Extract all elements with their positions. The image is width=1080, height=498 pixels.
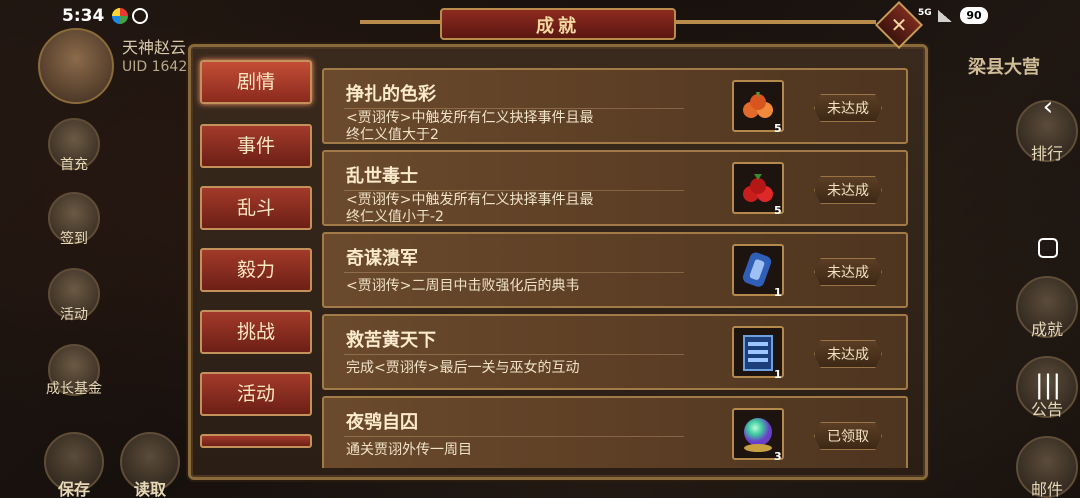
achievement-title: 乱世毒士 bbox=[346, 166, 418, 187]
network-indicator: 5G bbox=[918, 8, 932, 18]
first-recharge-label: 首充 bbox=[60, 157, 88, 173]
app-notification-icon bbox=[112, 8, 128, 24]
status-button[interactable]: 已领取 bbox=[814, 422, 882, 450]
achievement-row: 救苦黄天下 完成<贾诩传>最后一关与巫女的互动 1 未达成 bbox=[322, 314, 908, 390]
divider bbox=[344, 108, 684, 109]
status-button[interactable]: 未达成 bbox=[814, 340, 882, 368]
title-ornament-right bbox=[676, 20, 876, 24]
tab-activity[interactable]: 活动 bbox=[200, 372, 312, 416]
tab-perseverance[interactable]: 毅力 bbox=[200, 248, 312, 292]
divider bbox=[344, 436, 684, 437]
achievement-desc: 通关贾诩外传一周目 bbox=[346, 442, 472, 458]
panel-title: 成就 bbox=[536, 16, 580, 37]
status-button[interactable]: 未达成 bbox=[814, 258, 882, 286]
location-label: 梁县大营 bbox=[968, 57, 1040, 78]
load-label: 读取 bbox=[133, 480, 166, 498]
alarm-icon bbox=[132, 8, 148, 24]
achievement-row: 乱世毒士 <贾诩传>中触发所有仁义抉择事件且最 终仁义值小于-2 5 未达成 bbox=[322, 150, 908, 226]
reward-count: 5 bbox=[774, 204, 782, 217]
divider bbox=[344, 354, 684, 355]
status-button[interactable]: 未达成 bbox=[814, 176, 882, 204]
recents-nav-icon[interactable]: ||| bbox=[1020, 370, 1076, 410]
achievement-desc: <贾诩传>中触发所有仁义抉择事件且最 bbox=[346, 192, 594, 208]
achievement-desc: <贾诩传>中触发所有仁义抉择事件且最 bbox=[346, 110, 594, 126]
achievement-row: 夜鸮自囚 通关贾诩外传一周目 3 已领取 bbox=[322, 396, 908, 468]
player-name: 天神赵云 bbox=[122, 38, 187, 57]
achievement-label: 成就 bbox=[1030, 320, 1063, 339]
divider bbox=[344, 272, 684, 273]
achievement-desc: 终仁义值小于-2 bbox=[346, 209, 444, 225]
achievement-list[interactable]: 挣扎的色彩 <贾诩传>中触发所有仁义抉择事件且最 终仁义值大于2 5 未达成 乱… bbox=[318, 56, 912, 468]
player-uid: UID 1642 bbox=[122, 59, 188, 75]
achievement-desc: 终仁义值大于2 bbox=[346, 127, 439, 143]
reward-count: 1 bbox=[774, 286, 782, 299]
tab-story[interactable]: 剧情 bbox=[200, 60, 312, 104]
title-ornament-left bbox=[360, 20, 440, 24]
reward-count: 1 bbox=[774, 368, 782, 381]
achievement-desc: <贾诩传>二周目中击败强化后的典韦 bbox=[346, 278, 580, 294]
achievement-row: 挣扎的色彩 <贾诩传>中触发所有仁义抉择事件且最 终仁义值大于2 5 未达成 bbox=[322, 68, 908, 144]
growth-fund-label: 成长基金 bbox=[46, 381, 102, 397]
achievement-row: 奇谋溃军 <贾诩传>二周目中击败强化后的典韦 1 未达成 bbox=[322, 232, 908, 308]
player-avatar[interactable] bbox=[38, 28, 114, 104]
reward-count: 5 bbox=[774, 122, 782, 135]
tab-challenge[interactable]: 挑战 bbox=[200, 310, 312, 354]
signal-icon bbox=[938, 10, 952, 22]
tab-brawl[interactable]: 乱斗 bbox=[200, 186, 312, 230]
achievement-title: 挣扎的色彩 bbox=[346, 84, 436, 105]
clock: 5:34 bbox=[62, 6, 105, 26]
reward-count: 3 bbox=[774, 450, 782, 463]
close-icon[interactable]: ✕ bbox=[882, 8, 916, 42]
home-nav-icon[interactable] bbox=[1038, 238, 1058, 258]
achievement-title: 奇谋溃军 bbox=[346, 248, 418, 269]
save-label: 保存 bbox=[57, 480, 90, 498]
back-nav-icon[interactable]: ‹ bbox=[1020, 92, 1076, 132]
achievement-title: 救苦黄天下 bbox=[346, 330, 436, 351]
battery-indicator: 90 bbox=[960, 7, 988, 24]
mail-label: 邮件 bbox=[1030, 480, 1063, 498]
tab-more[interactable] bbox=[200, 434, 312, 448]
achievement-desc: 完成<贾诩传>最后一关与巫女的互动 bbox=[346, 360, 580, 376]
tab-event[interactable]: 事件 bbox=[200, 124, 312, 168]
achievement-title: 夜鸮自囚 bbox=[346, 412, 418, 433]
divider bbox=[344, 190, 684, 191]
events-label: 活动 bbox=[60, 307, 88, 323]
ranking-label: 排行 bbox=[1030, 144, 1063, 163]
status-button[interactable]: 未达成 bbox=[814, 94, 882, 122]
sign-in-label: 签到 bbox=[60, 231, 88, 247]
